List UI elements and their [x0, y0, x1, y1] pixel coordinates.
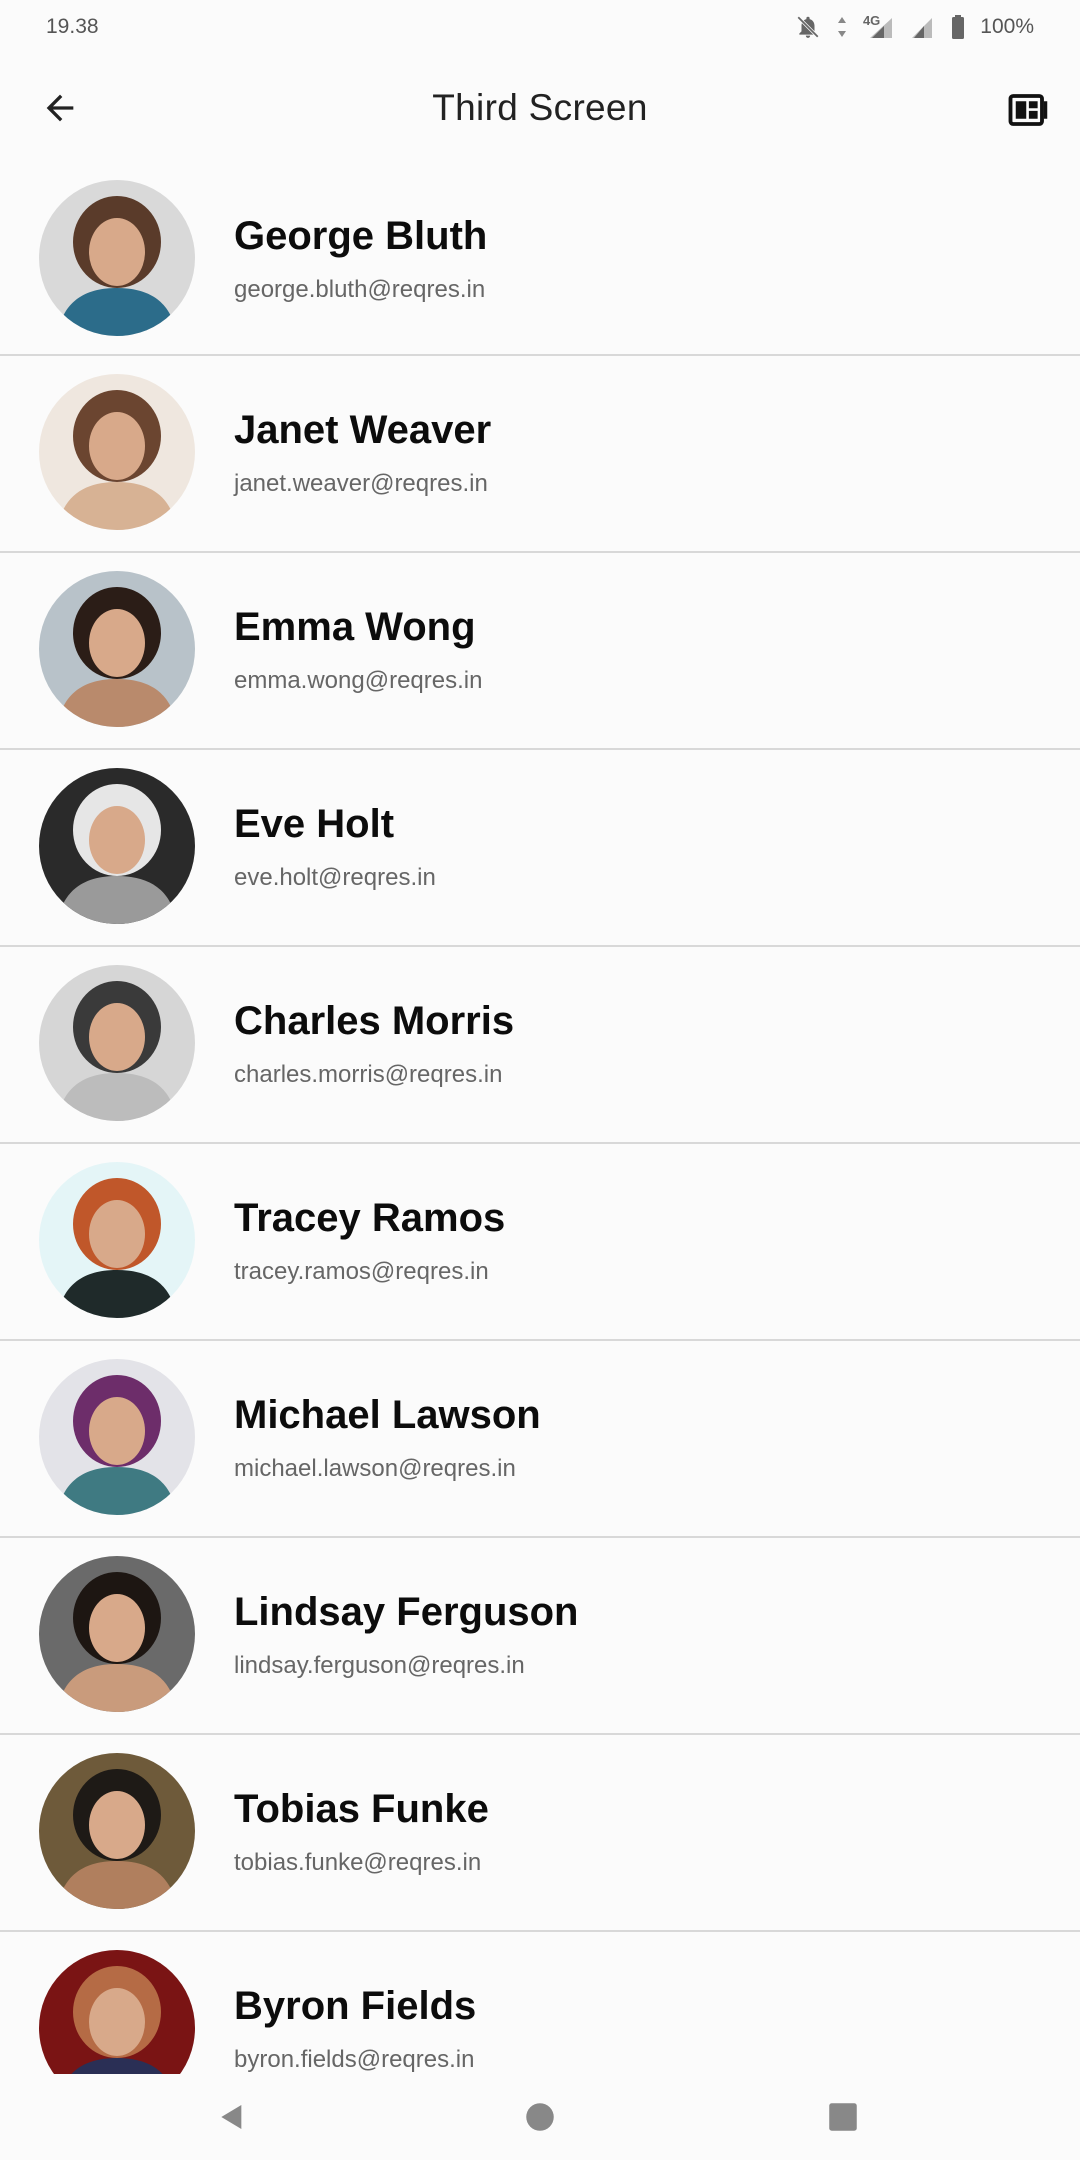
user-email: michael.lawson@reqres.in — [234, 1455, 516, 1482]
avatar-image — [39, 1162, 195, 1318]
user-name: Michael Lawson — [234, 1393, 541, 1437]
user-email: byron.fields@reqres.in — [234, 2046, 475, 2073]
user-list-item[interactable]: Janet Weaver janet.weaver@reqres.in — [0, 356, 1080, 553]
dashboard-button[interactable] — [996, 78, 1060, 142]
dashboard-icon — [1008, 94, 1048, 126]
status-time: 19.38 — [46, 15, 99, 38]
avatar-image — [39, 768, 195, 924]
avatar-image — [39, 1556, 195, 1712]
nav-back-button[interactable] — [207, 2092, 257, 2142]
avatar-image — [39, 374, 195, 530]
page-title: Third Screen — [432, 87, 648, 128]
user-list-item[interactable]: Byron Fields byron.fields@reqres.in — [0, 1932, 1080, 2074]
user-list-item[interactable]: Tobias Funke tobias.funke@reqres.in — [0, 1735, 1080, 1932]
signal-sim2-icon — [908, 14, 936, 40]
user-name: Eve Holt — [234, 802, 395, 846]
avatar — [39, 1556, 195, 1712]
avatar — [39, 571, 195, 727]
user-name: Byron Fields — [234, 1984, 477, 2028]
user-email: george.bluth@reqres.in — [234, 276, 486, 303]
status-icons: 4G 100% — [795, 13, 1034, 40]
user-name: Janet Weaver — [234, 408, 492, 452]
app-bar: Third Screen — [0, 54, 1080, 162]
user-list[interactable]: George Bluth george.bluth@reqres.in Jane… — [0, 162, 1080, 2074]
nav-home-button[interactable] — [515, 2092, 565, 2142]
signal-4g-icon: 4G — [863, 13, 894, 40]
avatar — [39, 1753, 195, 1909]
notifications-off-icon — [795, 14, 821, 40]
user-email: lindsay.ferguson@reqres.in — [234, 1652, 525, 1679]
avatar-image — [39, 1950, 195, 2074]
battery-icon — [950, 14, 966, 40]
avatar-image — [39, 1359, 195, 1515]
user-list-item[interactable]: George Bluth george.bluth@reqres.in — [0, 162, 1080, 356]
nav-recents-button[interactable] — [818, 2092, 868, 2142]
battery-percent: 100% — [980, 15, 1034, 38]
avatar-image — [39, 1753, 195, 1909]
avatar — [39, 1162, 195, 1318]
user-name: Tracey Ramos — [234, 1196, 506, 1240]
user-email: tracey.ramos@reqres.in — [234, 1258, 489, 1285]
system-nav-bar — [0, 2074, 1080, 2160]
circle-home-icon — [526, 2103, 554, 2131]
user-name: Tobias Funke — [234, 1787, 489, 1831]
avatar-image — [39, 965, 195, 1121]
user-name: Emma Wong — [234, 605, 476, 649]
user-email: tobias.funke@reqres.in — [234, 1849, 482, 1876]
user-email: janet.weaver@reqres.in — [234, 470, 488, 497]
avatar — [39, 768, 195, 924]
user-name: George Bluth — [234, 214, 488, 258]
avatar — [39, 180, 195, 336]
avatar-image — [39, 571, 195, 727]
user-list-item[interactable]: Eve Holt eve.holt@reqres.in — [0, 750, 1080, 947]
avatar — [39, 965, 195, 1121]
user-list-item[interactable]: Tracey Ramos tracey.ramos@reqres.in — [0, 1144, 1080, 1341]
user-list-item[interactable]: Lindsay Ferguson lindsay.ferguson@reqres… — [0, 1538, 1080, 1735]
user-email: eve.holt@reqres.in — [234, 864, 436, 891]
user-email: charles.morris@reqres.in — [234, 1061, 503, 1088]
square-recents-icon — [829, 2103, 857, 2131]
triangle-back-icon — [221, 2105, 242, 2129]
avatar — [39, 1359, 195, 1515]
avatar — [39, 374, 195, 530]
user-list-item[interactable]: Emma Wong emma.wong@reqres.in — [0, 553, 1080, 750]
user-list-item[interactable]: Michael Lawson michael.lawson@reqres.in — [0, 1341, 1080, 1538]
user-list-item[interactable]: Charles Morris charles.morris@reqres.in — [0, 947, 1080, 1144]
mobile-data-icon — [835, 14, 849, 40]
avatar — [39, 1950, 195, 2074]
avatar-image — [39, 180, 195, 336]
user-name: Lindsay Ferguson — [234, 1590, 579, 1634]
status-bar: 19.38 4G 100% — [0, 0, 1080, 54]
user-name: Charles Morris — [234, 999, 515, 1043]
user-email: emma.wong@reqres.in — [234, 667, 483, 694]
